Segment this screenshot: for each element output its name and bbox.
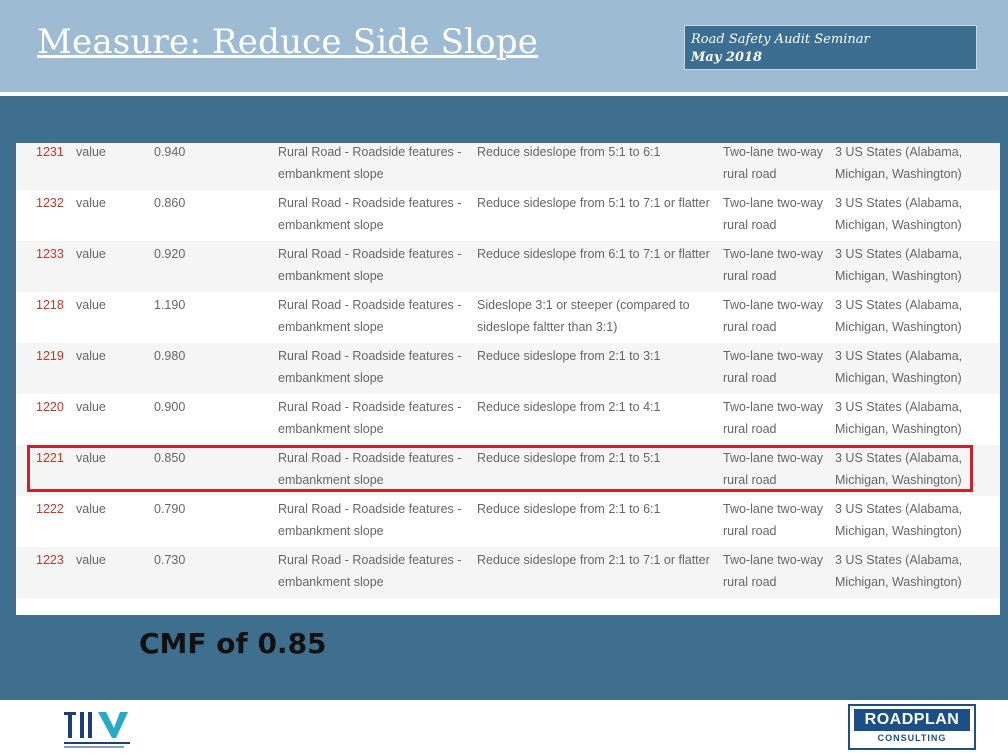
cmf-kind: value <box>76 349 106 363</box>
cmf-description: Reduce sideslope from 5:1 to 6:1 <box>477 145 661 159</box>
cmf-kind: value <box>76 553 106 567</box>
cmf-area-type: Two-lane two-way rural road <box>723 247 824 283</box>
cmf-kind: value <box>76 145 106 159</box>
cmf-category: Rural Road - Roadside features - embankme… <box>278 400 462 436</box>
table-row: 1233 value 0.920 Rural Road - Roadside feat… <box>16 241 1000 292</box>
cmf-states: 3 US States (Alabama, Michigan, Washingto… <box>835 349 963 385</box>
cmf-description: Reduce sideslope from 5:1 to 7:1 or flat… <box>477 196 710 210</box>
cmf-category: Rural Road - Roadside features - embankme… <box>278 247 462 283</box>
cmf-area-type: Two-lane two-way rural road <box>723 196 824 232</box>
cmf-id: 1232 <box>36 196 64 210</box>
cmf-id: 1220 <box>36 400 64 414</box>
table-row: 1222 value 0.790 Rural Road - Roadside feat… <box>16 496 1000 547</box>
tii-logo <box>64 712 130 748</box>
cmf-category: Rural Road - Roadside features - embankme… <box>278 145 462 181</box>
cmf-value: 0.730 <box>154 553 186 567</box>
cmf-value: 0.980 <box>154 349 186 363</box>
cmf-kind: value <box>76 196 106 210</box>
roadplan-sub: CONSULTING <box>877 733 947 743</box>
slide-title: Measure: Reduce Side Slope <box>37 22 539 62</box>
cmf-description: Reduce sideslope from 2:1 to 7:1 or flat… <box>477 553 710 567</box>
cmf-category: Rural Road - Roadside features - embankme… <box>278 196 462 232</box>
cmf-description: Sideslope 3:1 or steeper (compared to sid… <box>477 298 690 334</box>
roadplan-name: ROADPLAN <box>854 709 970 731</box>
cmf-description: Reduce sideslope from 2:1 to 4:1 <box>477 400 661 414</box>
cmf-states: 3 US States (Alabama, Michigan, Washingto… <box>835 502 963 538</box>
cmf-states: 3 US States (Alabama, Michigan, Washingto… <box>835 553 963 589</box>
cmf-id: 1219 <box>36 349 64 363</box>
cmf-value: 0.790 <box>154 502 186 516</box>
table-row: 1232 value 0.860 Rural Road - Roadside feat… <box>16 190 1000 241</box>
table-row: 1219 value 0.980 Rural Road - Roadside feat… <box>16 343 1000 394</box>
cmf-description: Reduce sideslope from 2:1 to 3:1 <box>477 349 661 363</box>
cmf-states: 3 US States (Alabama, Michigan, Washingto… <box>835 196 963 232</box>
cmf-states: 3 US States (Alabama, Michigan, Washingto… <box>835 247 963 283</box>
cmf-area-type: Two-lane two-way rural road <box>723 400 824 436</box>
cmf-description: Reduce sideslope from 2:1 to 6:1 <box>477 502 661 516</box>
cmf-area-type: Two-lane two-way rural road <box>723 349 824 385</box>
cmf-kind: value <box>76 502 106 516</box>
table-row: 1223 value 0.730 Rural Road - Roadside feat… <box>16 547 1000 598</box>
cmf-description: Reduce sideslope from 6:1 to 7:1 or flat… <box>477 247 710 261</box>
seminar-title: Road Safety Audit Seminar <box>691 32 870 47</box>
cmf-id: 1223 <box>36 553 64 567</box>
cmf-id: 1218 <box>36 298 64 312</box>
seminar-info-box: Road Safety Audit Seminar May 2018 <box>684 25 977 70</box>
cmf-table-screenshot: 1231 value 0.940 Rural Road - Roadside feat… <box>16 143 1000 615</box>
cmf-states: 3 US States (Alabama, Michigan, Washingto… <box>835 298 963 334</box>
table-row: 1231 value 0.940 Rural Road - Roadside feat… <box>16 143 1000 190</box>
cmf-area-type: Two-lane two-way rural road <box>723 553 824 589</box>
table-row: 1218 value 1.190 Rural Road - Roadside feat… <box>16 292 1000 343</box>
cmf-value: 0.940 <box>154 145 186 159</box>
cmf-area-type: Two-lane two-way rural road <box>723 145 824 181</box>
cmf-kind: value <box>76 247 106 261</box>
cmf-value: 0.920 <box>154 247 186 261</box>
table-row: 1220 value 0.900 Rural Road - Roadside feat… <box>16 394 1000 445</box>
cmf-value: 1.190 <box>154 298 186 312</box>
cmf-states: 3 US States (Alabama, Michigan, Washingto… <box>835 400 963 436</box>
highlight-box <box>27 445 973 492</box>
seminar-date: May 2018 <box>691 50 763 65</box>
cmf-area-type: Two-lane two-way rural road <box>723 298 824 334</box>
roadplan-logo: ROADPLAN CONSULTING <box>848 704 976 750</box>
cmf-category: Rural Road - Roadside features - embankme… <box>278 298 462 334</box>
cmf-id: 1231 <box>36 145 64 159</box>
cmf-kind: value <box>76 400 106 414</box>
cmf-category: Rural Road - Roadside features - embankme… <box>278 349 462 385</box>
cmf-value: 0.860 <box>154 196 186 210</box>
cmf-category: Rural Road - Roadside features - embankme… <box>278 502 462 538</box>
cmf-value: 0.900 <box>154 400 186 414</box>
cmf-id: 1233 <box>36 247 64 261</box>
cmf-kind: value <box>76 298 106 312</box>
cmf-callout: CMF of 0.85 <box>139 627 327 660</box>
cmf-id: 1222 <box>36 502 64 516</box>
cmf-states: 3 US States (Alabama, Michigan, Washingto… <box>835 145 963 181</box>
cmf-area-type: Two-lane two-way rural road <box>723 502 824 538</box>
cmf-category: Rural Road - Roadside features - embankme… <box>278 553 462 589</box>
